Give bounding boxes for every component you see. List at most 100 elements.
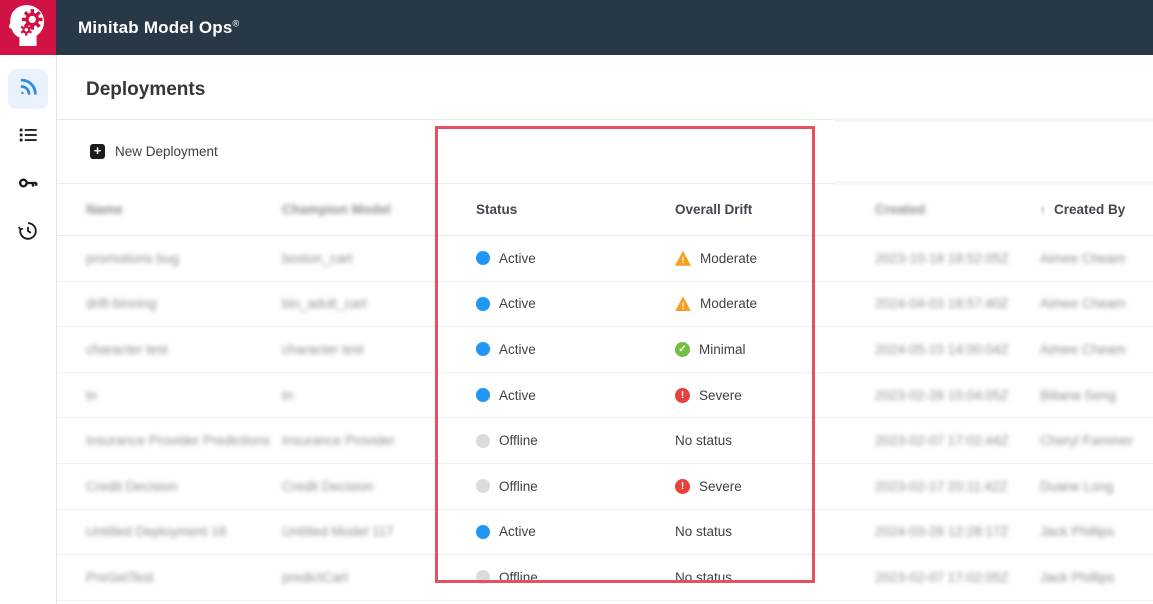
column-header-status[interactable]: Status (476, 202, 675, 217)
cell-champion-model: boston_cart (282, 251, 476, 266)
cell-status: Offline (476, 433, 675, 448)
cell-overall-drift: Moderate (675, 296, 875, 311)
toolbar: + New Deployment (57, 120, 1153, 184)
column-header-overall-drift[interactable]: Overall Drift (675, 202, 875, 217)
drift-icon (675, 479, 690, 494)
cell-created: 2024-05-15 14:00:04Z (875, 342, 1040, 357)
drift-icon (675, 251, 691, 266)
cell-overall-drift: No status (675, 524, 875, 539)
sidebar-item-history[interactable] (8, 213, 48, 253)
drift-label: Minimal (699, 342, 746, 357)
table-row[interactable]: Untitled Deployment 16 Untitled Model 11… (57, 510, 1153, 556)
cell-status: Active (476, 388, 675, 403)
cell-created-by: Aimee Cheam (1040, 296, 1153, 311)
cell-status: Active (476, 342, 675, 357)
table-header: Name Champion Model Status Overall Drift… (57, 184, 1153, 236)
cell-name: Credit Decision (57, 479, 282, 494)
brain-gear-icon (4, 1, 52, 54)
registered-mark: ® (233, 18, 240, 28)
cell-name: PreGetTest (57, 570, 282, 585)
status-label: Active (499, 524, 536, 539)
drift-label: No status (675, 570, 732, 585)
cell-status: Offline (476, 570, 675, 585)
status-label: Offline (499, 479, 538, 494)
cell-champion-model: bin_adult_cart (282, 296, 476, 311)
column-header-created-by[interactable]: ↑ Created By (1040, 202, 1153, 217)
cell-created: 2023-10-18 18:52:05Z (875, 251, 1040, 266)
cell-name: drift-binning (57, 296, 282, 311)
column-header-champion-model[interactable]: Champion Model (282, 202, 476, 217)
key-icon (17, 172, 39, 199)
divider (834, 118, 1153, 122)
cell-created: 2023-02-07 17:02:44Z (875, 433, 1040, 448)
sort-ascending-icon: ↑ (1040, 203, 1046, 217)
drift-icon (675, 342, 690, 357)
status-dot-icon (476, 434, 490, 448)
cell-champion-model: tn (282, 388, 476, 403)
drift-icon (675, 296, 691, 311)
status-dot-icon (476, 525, 490, 539)
table-row[interactable]: Insurance Provider Predictions Insurance… (57, 418, 1153, 464)
table-row[interactable]: character test character test Active Min… (57, 327, 1153, 373)
sidebar (0, 55, 57, 604)
cell-created: 2023-02-28 15:04:05Z (875, 388, 1040, 403)
minitab-logo[interactable] (0, 0, 56, 55)
cell-name: tn (57, 388, 282, 403)
drift-label: Severe (699, 479, 742, 494)
cell-created-by: Aimee Cheam (1040, 342, 1153, 357)
cell-overall-drift: No status (675, 433, 875, 448)
cell-overall-drift: No status (675, 570, 875, 585)
sidebar-item-models[interactable] (8, 117, 48, 157)
cell-created-by: Jack Phillips (1040, 524, 1153, 539)
sidebar-item-api-keys[interactable] (8, 165, 48, 205)
status-dot-icon (476, 342, 490, 356)
page-title: Deployments (57, 55, 1153, 119)
table-row[interactable]: drift-binning bin_adult_cart Active Mode… (57, 282, 1153, 328)
column-header-created[interactable]: Created (875, 202, 1040, 217)
status-label: Active (499, 296, 536, 311)
new-deployment-button[interactable]: + New Deployment (90, 144, 218, 159)
cell-created-by: Aimee Cheam (1040, 251, 1153, 266)
cell-champion-model: Untitled Model 117 (282, 524, 476, 539)
cell-champion-model: predictCart (282, 570, 476, 585)
cell-status: Active (476, 524, 675, 539)
app-window: Minitab Model Ops® (0, 0, 1153, 604)
drift-label: Moderate (700, 251, 757, 266)
cell-champion-model: Credit Decision (282, 479, 476, 494)
column-header-created-by-label: Created By (1054, 202, 1125, 217)
cell-created: 2023-02-17 20:11:42Z (875, 479, 1040, 494)
divider (834, 181, 1153, 185)
table-row[interactable]: tn tn Active Severe 2023-02-28 15:04:05Z… (57, 373, 1153, 419)
status-dot-icon (476, 251, 490, 265)
column-header-name[interactable]: Name (57, 202, 282, 217)
plus-icon: + (90, 144, 105, 159)
new-deployment-label: New Deployment (115, 144, 218, 159)
cell-created-by: Cheryl Fammer (1040, 433, 1153, 448)
cell-name: Untitled Deployment 16 (57, 524, 282, 539)
cell-name: promotions bug (57, 251, 282, 266)
sidebar-item-deployments[interactable] (8, 69, 48, 109)
drift-icon (675, 388, 690, 403)
cell-overall-drift: Moderate (675, 251, 875, 266)
cell-created-by: Jack Phillips (1040, 570, 1153, 585)
table-row[interactable]: promotions bug boston_cart Active Modera… (57, 236, 1153, 282)
cell-status: Offline (476, 479, 675, 494)
cell-status: Active (476, 296, 675, 311)
status-dot-icon (476, 570, 490, 584)
table-row[interactable]: PreGetTest predictCart Offline No status… (57, 555, 1153, 601)
status-dot-icon (476, 388, 490, 402)
drift-label: Moderate (700, 296, 757, 311)
cell-name: Insurance Provider Predictions (57, 433, 282, 448)
table-row[interactable]: Credit Decision Credit Decision Offline … (57, 464, 1153, 510)
cell-name: character test (57, 342, 282, 357)
app-title: Minitab Model Ops® (78, 18, 239, 38)
drift-label: Severe (699, 388, 742, 403)
cell-status: Active (476, 251, 675, 266)
cell-overall-drift: Minimal (675, 342, 875, 357)
cell-created: 2024-04-03 18:57:40Z (875, 296, 1040, 311)
main-content: Deployments + New Deployment Name Champi… (57, 55, 1153, 604)
top-bar: Minitab Model Ops® (0, 0, 1153, 55)
cell-created: 2023-02-07 17:02:05Z (875, 570, 1040, 585)
rss-icon (17, 76, 39, 103)
cell-overall-drift: Severe (675, 388, 875, 403)
